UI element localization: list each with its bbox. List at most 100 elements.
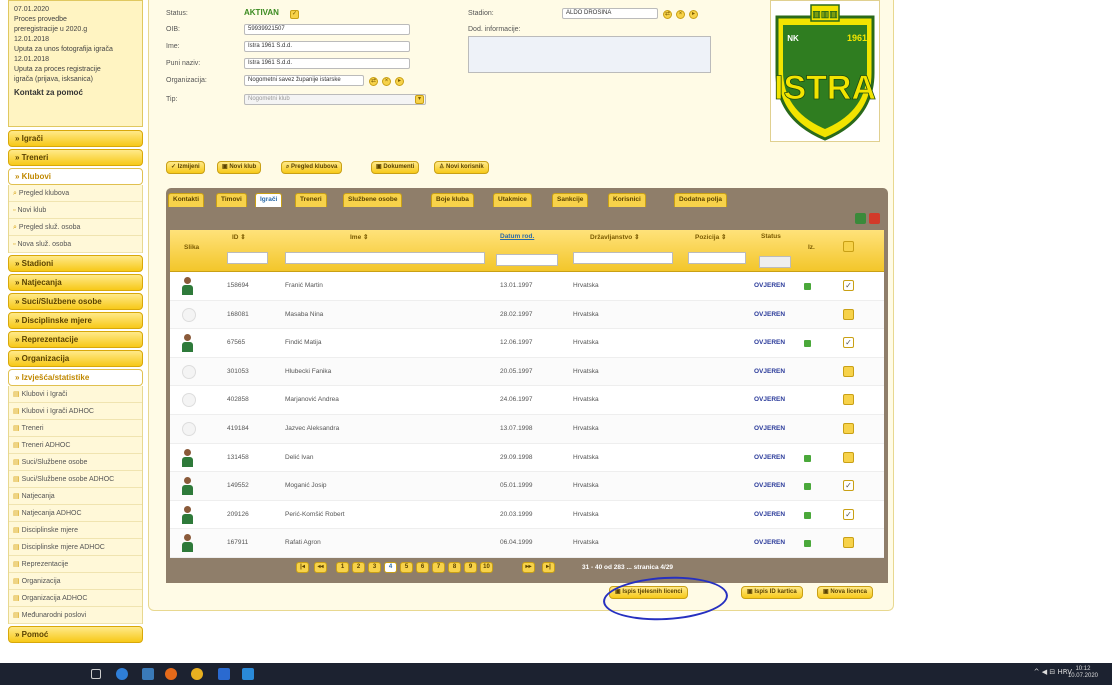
organizacija-field[interactable]: Nogometni savez županije istarske xyxy=(244,75,364,86)
page-2-button[interactable]: 2 xyxy=(352,561,365,573)
table-row[interactable]: 419184 Jazvec Aleksandra 13.07.1998 Hrvatsk… xyxy=(170,414,884,444)
oib-field[interactable]: 59939921507 xyxy=(244,24,410,35)
clock[interactable]: 10:12 10.07.2020 xyxy=(1068,666,1098,680)
prev-page-button[interactable]: ◂◂ xyxy=(314,561,327,573)
sidebar-subitem[interactable]: ▤ Natjecanja xyxy=(9,488,142,505)
page-10-button[interactable]: 10 xyxy=(480,561,493,573)
last-page-button[interactable]: ▸| xyxy=(542,561,555,573)
news-link[interactable]: Uputa za unos fotografija igrača xyxy=(14,45,137,54)
link-icon[interactable]: ⇄ xyxy=(369,77,378,86)
new-user-button[interactable]: ♙ Novi korisnik xyxy=(434,161,489,174)
sidebar-item-suci[interactable]: » Suci/Službene osobe xyxy=(8,293,143,310)
sidebar-subitem[interactable]: ▫ Nova služ. osoba xyxy=(9,236,142,253)
col-pozicija[interactable]: Pozicija ⇕ xyxy=(695,233,726,241)
cell-status[interactable]: OVJEREN xyxy=(754,282,785,289)
table-row[interactable]: 158694 Franić Martin 13.01.1997 Hrvatska OVJ… xyxy=(170,272,884,301)
news-link[interactable]: Uputa za proces registracije xyxy=(14,65,137,74)
next-page-button[interactable]: ▸▸ xyxy=(522,561,535,573)
tab-korisnici[interactable]: Korisnici xyxy=(608,193,646,207)
sidebar-subitem[interactable]: ▤ Treneri xyxy=(9,420,142,437)
tip-select[interactable]: Nogometni klub xyxy=(244,94,426,105)
link-icon[interactable]: ⇄ xyxy=(663,10,672,19)
new-licence-button[interactable]: ▣ Nova licenca xyxy=(817,586,874,599)
sidebar-subitem[interactable]: ▤ Klubovi i Igrači xyxy=(9,386,142,403)
sidebar-item-natjecanja[interactable]: » Natjecanja xyxy=(8,274,143,291)
filter-datum-input[interactable] xyxy=(496,254,558,266)
sidebar-item-pomoc[interactable]: » Pomoć xyxy=(8,626,143,643)
row-checkbox[interactable] xyxy=(843,308,854,320)
table-row[interactable]: 167911 Rafati Agron 06.04.1999 Hrvatska OVJE… xyxy=(170,529,884,558)
col-ime[interactable]: Ime ⇕ xyxy=(350,233,368,241)
edge-browser-icon[interactable] xyxy=(116,668,128,680)
cell-status[interactable]: OVJEREN xyxy=(754,511,785,518)
sidebar-subitem[interactable]: ▤ Reprezentacije xyxy=(9,556,142,573)
file-explorer-icon[interactable] xyxy=(142,668,154,680)
filter-id-input[interactable] xyxy=(227,252,268,264)
browse-clubs-button[interactable]: ⌕ Pregled klubova xyxy=(281,161,343,174)
cell-status[interactable]: OVJEREN xyxy=(754,425,785,432)
row-checkbox[interactable] xyxy=(843,451,854,463)
firefox-icon[interactable] xyxy=(165,668,177,680)
sidebar-subitem[interactable]: ⌕ Pregled klubova xyxy=(9,185,142,202)
documents-button[interactable]: ▣ Dokumenti xyxy=(371,161,420,174)
tab-boje-kluba[interactable]: Boje kluba xyxy=(431,193,474,207)
page-4-button[interactable]: 4 xyxy=(384,561,397,573)
row-checkbox[interactable] xyxy=(843,537,854,549)
table-row[interactable]: 67565 Findić Matija 12.06.1997 Hrvatska OVJE… xyxy=(170,329,884,358)
page-9-button[interactable]: 9 xyxy=(464,561,477,573)
cell-status[interactable]: OVJEREN xyxy=(754,539,785,546)
cell-status[interactable]: OVJEREN xyxy=(754,454,785,461)
export-pdf-icon[interactable] xyxy=(869,213,880,224)
tab-utakmice[interactable]: Utakmice xyxy=(493,193,532,207)
filter-pozicija-input[interactable] xyxy=(688,252,746,264)
first-page-button[interactable]: |◂ xyxy=(296,561,309,573)
news-link[interactable]: Proces provedbe xyxy=(14,15,137,24)
col-datum[interactable]: Datum rod. xyxy=(500,233,534,240)
sidebar-item-igraci[interactable]: » Igrači xyxy=(8,130,143,147)
filter-drzavljanstvo-input[interactable] xyxy=(573,252,673,264)
row-checkbox[interactable]: ✓ xyxy=(843,480,854,492)
cell-status[interactable]: OVJEREN xyxy=(754,482,785,489)
table-row[interactable]: 209126 Perić-Komšić Robert 20.03.1999 Hrvat… xyxy=(170,500,884,530)
news-link[interactable]: preregistracije u 2020.g xyxy=(14,25,137,34)
tab-sluzbene-osobe[interactable]: Službene osobe xyxy=(343,193,403,207)
sidebar-subitem[interactable]: ▤ Natjecanja ADHOC xyxy=(9,505,142,522)
tab-dodatna-polja[interactable]: Dodatna polja xyxy=(674,193,727,207)
table-row[interactable]: 149552 Moganić Josip 05.01.1999 Hrvatska OVJ… xyxy=(170,472,884,501)
cell-status[interactable]: OVJEREN xyxy=(754,396,785,403)
sidebar-item-treneri[interactable]: » Treneri xyxy=(8,149,143,166)
tab-igraci[interactable]: Igrači xyxy=(255,193,283,207)
table-row[interactable]: 168081 Masaba Nina 28.02.1997 Hrvatska OVJER… xyxy=(170,300,884,330)
news-link[interactable]: igrača (prijava, isksanica) xyxy=(14,75,137,84)
row-checkbox[interactable]: ✓ xyxy=(843,337,854,349)
page-1-button[interactable]: 1 xyxy=(336,561,349,573)
row-checkbox[interactable] xyxy=(843,394,854,406)
row-checkbox[interactable]: ✓ xyxy=(843,280,854,291)
col-status[interactable]: Status xyxy=(761,233,781,240)
sidebar-subitem[interactable]: ▤ Međunarodni poslovi xyxy=(9,607,142,624)
select-icon[interactable]: ▸ xyxy=(395,77,404,86)
sidebar-item-organizacija[interactable]: » Organizacija xyxy=(8,350,143,367)
sidebar-subitem[interactable]: ▤ Organizacija xyxy=(9,573,142,590)
page-6-button[interactable]: 6 xyxy=(416,561,429,573)
sidebar-subitem[interactable]: ▤ Klubovi i Igrači ADHOC xyxy=(9,403,142,420)
app-icon[interactable] xyxy=(242,668,254,680)
row-checkbox[interactable] xyxy=(843,365,854,377)
cell-status[interactable]: OVJEREN xyxy=(754,368,785,375)
system-tray[interactable]: ^ ◀ ⊟ HRV xyxy=(1034,668,1072,676)
tab-sankcije[interactable]: Sankcije xyxy=(552,193,589,207)
cell-status[interactable]: OVJEREN xyxy=(754,311,785,318)
help-contact-link[interactable]: Kontakt za pomoć xyxy=(14,88,137,97)
chevron-down-icon[interactable]: ▾ xyxy=(415,95,424,104)
sidebar-subitem[interactable]: ▤ Disciplinske mjere xyxy=(9,522,142,539)
filter-ime-input[interactable] xyxy=(285,252,485,264)
row-checkbox[interactable] xyxy=(843,422,854,434)
new-club-button[interactable]: ▣ Novi klub xyxy=(217,161,262,174)
sidebar-item-disciplinske[interactable]: » Disciplinske mjere xyxy=(8,312,143,329)
sidebar-subitem[interactable]: ▤ Suci/Službene osobe xyxy=(9,454,142,471)
select-all-checkbox[interactable] xyxy=(843,241,854,252)
sidebar-item-klubovi[interactable]: » Klubovi xyxy=(8,168,143,185)
clear-icon[interactable]: × xyxy=(382,77,391,86)
table-row[interactable]: 301053 Hlubecki Fanika 20.05.1997 Hrvatska O… xyxy=(170,357,884,387)
page-7-button[interactable]: 7 xyxy=(432,561,445,573)
